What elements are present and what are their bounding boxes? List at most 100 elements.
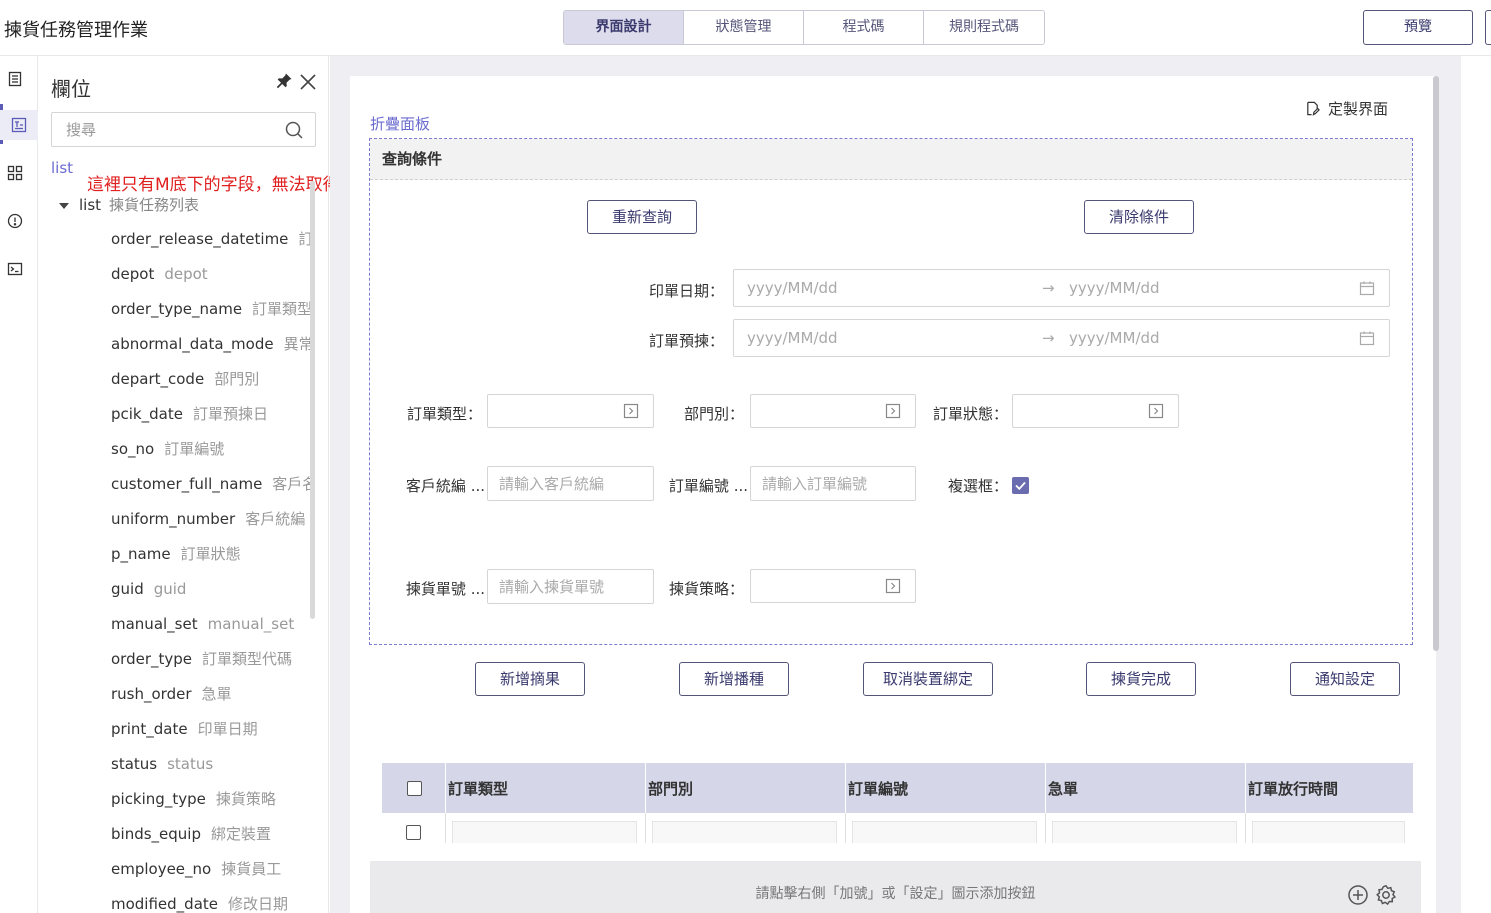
root-label[interactable]: list [51,159,73,177]
pick-date-range[interactable]: yyyy/MM/dd → yyyy/MM/dd [733,319,1390,357]
cell-editor[interactable] [452,821,637,843]
field-item[interactable]: depot depot [111,261,311,296]
field-item[interactable]: order_type_name 訂單類型 [111,296,311,331]
field-item[interactable]: binds_equip 綁定裝置 [111,821,311,856]
top-bar: 揀貨任務管理作業 界面設計 狀態管理 程式碼 規則程式碼 預覽 [0,0,1491,56]
pick-date-label: 訂單預揀： [648,332,724,350]
depart-select[interactable] [750,394,916,428]
notification-settings-button[interactable]: 通知設定 [1290,662,1400,696]
customize-ui-link[interactable]: 定製界面 [1305,98,1388,119]
field-item[interactable]: print_date 印單日期 [111,716,311,751]
tab-rule-code[interactable]: 規則程式碼 [924,11,1044,44]
column-header[interactable]: 部門別 [646,763,846,813]
customer-number-field[interactable] [487,466,654,501]
add-seeding-button[interactable]: 新增播種 [679,662,789,696]
picker-icon[interactable] [885,578,901,594]
plus-icon[interactable] [1347,884,1369,906]
field-name: depot [111,265,155,283]
print-date-range[interactable]: yyyy/MM/dd → yyyy/MM/dd [733,269,1390,307]
field-name: status [111,755,158,773]
search-input[interactable] [52,113,272,146]
picker-icon[interactable] [885,403,901,419]
pick-no-field[interactable] [487,569,654,604]
table-cell[interactable] [646,813,846,843]
field-item[interactable]: status status [111,751,311,786]
form-icon[interactable] [0,110,38,140]
canvas-scrollbar[interactable] [1433,76,1439,651]
pick-complete-button[interactable]: 揀貨完成 [1086,662,1196,696]
tab-ui-design[interactable]: 界面設計 [564,11,684,44]
gear-icon[interactable] [1375,884,1397,906]
pick-no-input[interactable] [488,570,653,603]
strategy-label: 揀貨策略： [668,580,744,598]
field-item[interactable]: order_type 訂單類型代碼 [111,646,311,681]
field-item[interactable]: rush_order 急單 [111,681,311,716]
field-item[interactable]: p_name 訂單狀態 [111,541,311,576]
table-row[interactable] [382,813,1413,843]
multi-select-checkbox[interactable] [1012,477,1029,494]
field-item[interactable]: so_no 訂單編號 [111,436,311,471]
field-name: rush_order [111,685,192,703]
field-item[interactable]: modified_date 修改日期 [111,891,311,913]
field-item[interactable]: depart_code 部門別 [111,366,311,401]
strategy-select[interactable] [750,569,916,603]
unbind-device-button[interactable]: 取消裝置綁定 [863,662,993,696]
picker-icon[interactable] [1148,403,1164,419]
add-pick-fruit-button[interactable]: 新增摘果 [475,662,585,696]
pin-icon[interactable] [275,72,293,90]
field-item[interactable]: manual_set manual_set [111,611,311,646]
fields-scrollbar[interactable] [310,181,315,619]
alert-icon[interactable] [0,206,30,236]
field-item[interactable]: employee_no 揀貨員工 [111,856,311,891]
calendar-icon[interactable] [1359,280,1375,296]
close-icon[interactable] [299,73,317,91]
clear-conditions-button[interactable]: 清除條件 [1084,200,1194,234]
row-checkbox[interactable] [406,825,421,840]
column-header[interactable]: 訂單類型 [446,763,646,813]
field-desc: 揀貨策略 [215,790,276,808]
field-item[interactable]: picking_type 揀貨策略 [111,786,311,821]
column-header[interactable]: 訂單放行時間 [1246,763,1413,813]
overflow-button[interactable] [1485,10,1491,45]
field-item[interactable]: pcik_date 訂單預揀日 [111,401,311,436]
collapse-panel-header[interactable]: 查詢條件 [370,139,1412,180]
preview-button[interactable]: 預覽 [1363,10,1473,45]
design-canvas: 定製界面 折疊面板 查詢條件 重新查詢 清除條件 印單日期： yyyy/MM/d… [330,56,1461,913]
field-item[interactable]: order_release_datetime訂單放行時間 [111,226,311,261]
customer-number-input[interactable] [488,467,653,500]
picker-icon[interactable] [623,403,639,419]
cell-editor[interactable] [852,821,1037,843]
collapse-panel-label[interactable]: 折疊面板 [370,113,430,134]
field-name: modified_date [111,895,218,913]
grid-icon[interactable] [0,158,30,188]
field-item[interactable]: guid guid [111,576,311,611]
calendar-icon[interactable] [1359,330,1375,346]
cell-editor[interactable] [1252,821,1405,843]
start-date-placeholder: yyyy/MM/dd [747,329,838,347]
table-cell[interactable] [1246,813,1413,843]
field-item[interactable]: abnormal_data_mode 異常資料模式 [111,331,311,366]
button-bar-hint: 請點擊右側「加號」或「設定」圖示添加按鈕 [755,886,1036,902]
requery-button[interactable]: 重新查詢 [587,200,697,234]
order-status-select[interactable] [1012,394,1179,428]
column-header[interactable]: 訂單編號 [846,763,1046,813]
terminal-icon[interactable] [0,254,30,284]
cell-editor[interactable] [652,821,837,843]
page-icon[interactable] [0,64,30,94]
caret-down-icon[interactable] [59,202,69,209]
column-header[interactable]: 急單 [1046,763,1246,813]
tree-root[interactable]: list 揀貨任務列表 [59,194,199,215]
search-icon[interactable] [285,121,303,139]
tab-state-management[interactable]: 狀態管理 [684,11,804,44]
so-no-field[interactable] [750,466,916,501]
table-cell[interactable] [1046,813,1246,843]
so-no-input[interactable] [751,467,915,500]
table-cell[interactable] [446,813,646,843]
cell-editor[interactable] [1052,821,1237,843]
order-type-select[interactable] [487,394,654,428]
field-item[interactable]: uniform_number 客戶統編 [111,506,311,541]
tab-code[interactable]: 程式碼 [804,11,924,44]
select-all-checkbox[interactable] [407,780,422,796]
field-item[interactable]: customer_full_name 客戶名稱 [111,471,311,506]
table-cell[interactable] [846,813,1046,843]
